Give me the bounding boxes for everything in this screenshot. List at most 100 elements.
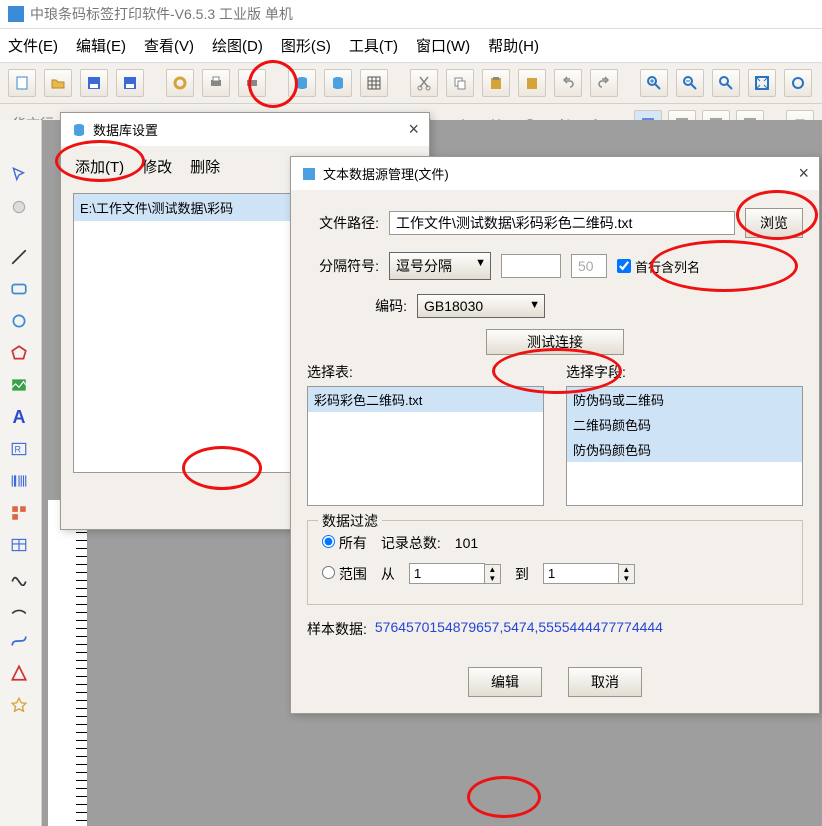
image-tool-icon[interactable] — [0, 370, 38, 400]
app-title: 中琅条码标签打印软件-V6.5.3 工业版 单机 — [30, 4, 293, 24]
browse-button[interactable]: 浏览 — [745, 208, 803, 238]
field-item[interactable]: 二维码颜色码 — [567, 412, 802, 437]
to-input[interactable] — [543, 563, 619, 584]
saveas-icon[interactable] — [116, 69, 144, 97]
new-doc-icon[interactable] — [8, 69, 36, 97]
filter-group: 数据过滤 所有 记录总数: 101 范围 从 ▲▼ 到 ▲▼ — [307, 520, 803, 605]
dialog-db-close-icon[interactable]: × — [408, 119, 419, 140]
from-spinner[interactable]: ▲▼ — [409, 563, 501, 584]
bezier-tool-icon[interactable] — [0, 626, 38, 656]
first-row-label: 首行含列名 — [635, 257, 700, 276]
svg-text:R: R — [15, 444, 22, 454]
zoom-in-icon[interactable] — [640, 69, 668, 97]
richtext-tool-icon[interactable]: R — [0, 434, 38, 464]
table-listbox[interactable]: 彩码彩色二维码.txt — [307, 386, 544, 506]
cancel-button[interactable]: 取消 — [568, 667, 642, 697]
edit-button[interactable]: 编辑 — [468, 667, 542, 697]
menu-edit[interactable]: 编辑(E) — [76, 35, 126, 56]
hand-tool-icon[interactable] — [0, 192, 38, 222]
zoom100-icon[interactable] — [784, 69, 812, 97]
gear-icon[interactable] — [166, 69, 194, 97]
radio-all[interactable] — [322, 535, 335, 548]
ruler-vertical — [48, 500, 88, 826]
from-input[interactable] — [409, 563, 485, 584]
sample-value: 5764570154879657,5474,5555444477774444 — [375, 619, 663, 639]
first-row-checkbox-wrap[interactable]: 首行含列名 — [617, 257, 700, 276]
path-input[interactable] — [389, 211, 735, 235]
menu-help[interactable]: 帮助(H) — [488, 35, 539, 56]
menu-file[interactable]: 文件(E) — [8, 35, 58, 56]
sep-custom-input[interactable] — [501, 254, 561, 278]
copy-icon[interactable] — [446, 69, 474, 97]
select-tool-icon[interactable] — [0, 160, 38, 190]
radio-range-wrap[interactable]: 范围 — [322, 564, 367, 584]
qrcode-tool-icon[interactable] — [0, 498, 38, 528]
separator-label: 分隔符号: — [307, 256, 379, 276]
select-table-label: 选择表: — [307, 362, 544, 382]
barcode-tool-icon[interactable] — [0, 466, 38, 496]
separator-combo[interactable]: 逗号分隔 — [389, 252, 491, 280]
dialog-ds-title: 文本数据源管理(文件) — [323, 164, 449, 183]
dialog-ds-close-icon[interactable]: × — [798, 163, 809, 184]
paste2-icon[interactable] — [518, 69, 546, 97]
print-preview-icon[interactable] — [238, 69, 266, 97]
table-tool-icon[interactable] — [0, 530, 38, 560]
star-tool-icon[interactable] — [0, 690, 38, 720]
print-icon[interactable] — [202, 69, 230, 97]
select-field-label: 选择字段: — [566, 362, 803, 382]
toolbar-main — [0, 63, 822, 104]
redo-icon[interactable] — [590, 69, 618, 97]
db-menu-delete[interactable]: 删除 — [190, 156, 220, 177]
polygon-tool-icon[interactable] — [0, 338, 38, 368]
filter-legend: 数据过滤 — [318, 511, 382, 531]
grid-icon[interactable] — [360, 69, 388, 97]
menu-tools[interactable]: 工具(T) — [349, 35, 398, 56]
db-dialog-icon — [71, 122, 87, 138]
paste-icon[interactable] — [482, 69, 510, 97]
db-menu-modify[interactable]: 修改 — [142, 156, 172, 177]
save-icon[interactable] — [80, 69, 108, 97]
open-icon[interactable] — [44, 69, 72, 97]
first-row-checkbox[interactable] — [617, 259, 631, 273]
menu-draw[interactable]: 绘图(D) — [212, 35, 263, 56]
line-tool-icon[interactable] — [0, 242, 38, 272]
app-icon — [8, 6, 24, 22]
sep-width-input[interactable] — [571, 254, 607, 278]
arc-tool-icon[interactable] — [0, 594, 38, 624]
record-count-value: 101 — [455, 535, 478, 551]
record-count-label: 记录总数: — [381, 533, 441, 553]
database2-icon[interactable] — [324, 69, 352, 97]
db-menu-add[interactable]: 添加(T) — [75, 156, 124, 177]
dialog-datasource: 文本数据源管理(文件) × 文件路径: 浏览 分隔符号: 逗号分隔 首行含列名 … — [290, 156, 820, 714]
database-icon[interactable] — [288, 69, 316, 97]
field-item[interactable]: 防伪码或二维码 — [567, 387, 802, 412]
dialog-db-title: 数据库设置 — [93, 120, 158, 139]
menu-window[interactable]: 窗口(W) — [416, 35, 470, 56]
text-tool-icon[interactable]: A — [0, 402, 38, 432]
triangle-tool-icon[interactable] — [0, 658, 38, 688]
rect-tool-icon[interactable] — [0, 274, 38, 304]
curve-tool-icon[interactable] — [0, 562, 38, 592]
cut-icon[interactable] — [410, 69, 438, 97]
ellipse-tool-icon[interactable] — [0, 306, 38, 336]
left-toolbox: A R — [0, 120, 42, 826]
ds-dialog-icon — [301, 166, 317, 182]
to-spinner[interactable]: ▲▼ — [543, 563, 635, 584]
dialog-db-titlebar: 数据库设置 × — [61, 113, 429, 146]
radio-all-wrap[interactable]: 所有 — [322, 533, 367, 553]
table-item[interactable]: 彩码彩色二维码.txt — [308, 387, 543, 412]
encoding-label: 编码: — [307, 296, 407, 316]
titlebar: 中琅条码标签打印软件-V6.5.3 工业版 单机 — [0, 0, 822, 29]
field-item[interactable]: 防伪码颜色码 — [567, 437, 802, 462]
fullscreen-icon[interactable] — [748, 69, 776, 97]
encoding-combo[interactable]: GB18030 — [417, 294, 545, 318]
radio-range[interactable] — [322, 566, 335, 579]
menu-shape[interactable]: 图形(S) — [281, 35, 331, 56]
test-connection-button[interactable]: 测试连接 — [486, 329, 624, 355]
to-label: 到 — [515, 564, 529, 584]
field-listbox[interactable]: 防伪码或二维码 二维码颜色码 防伪码颜色码 — [566, 386, 803, 506]
zoom-out-icon[interactable] — [676, 69, 704, 97]
menu-view[interactable]: 查看(V) — [144, 35, 194, 56]
zoom-fit-icon[interactable] — [712, 69, 740, 97]
undo-icon[interactable] — [554, 69, 582, 97]
